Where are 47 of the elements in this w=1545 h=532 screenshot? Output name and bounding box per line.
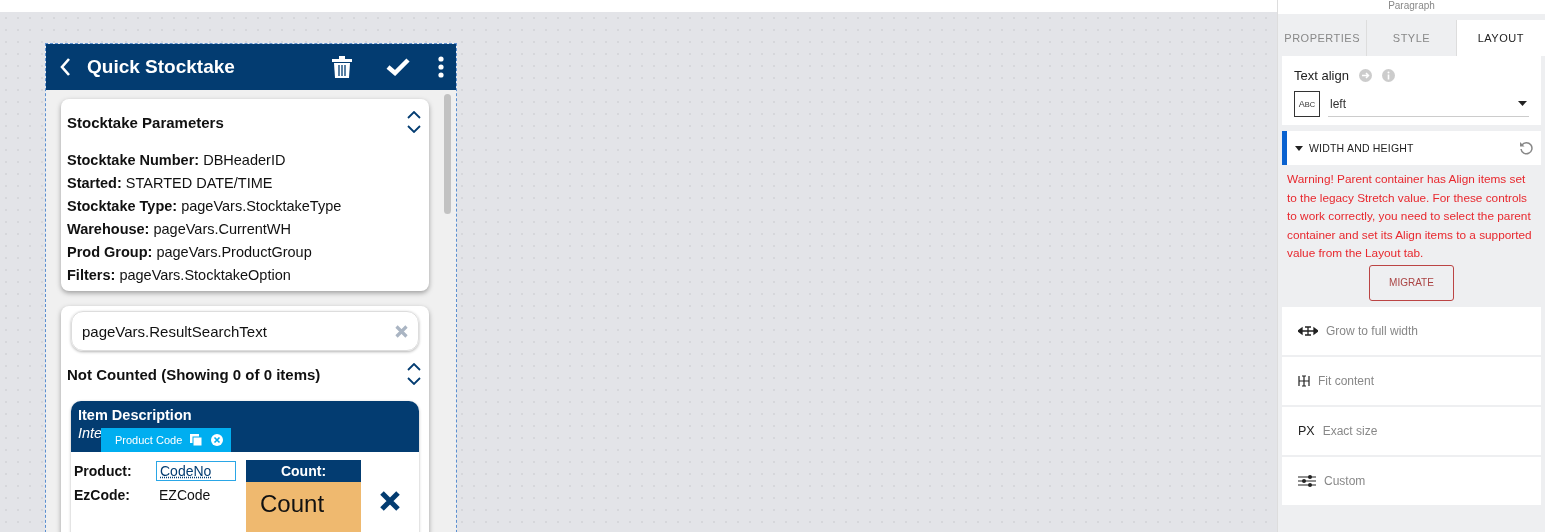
back-icon[interactable] — [60, 58, 71, 76]
collapse-icon[interactable] — [407, 111, 421, 119]
card-title: Stocktake Parameters — [67, 113, 224, 131]
collapse-icon[interactable] — [407, 363, 421, 371]
px-icon: PX — [1298, 423, 1315, 438]
size-option[interactable]: PX Exact size — [1282, 406, 1541, 455]
section-title: WIDTH AND HEIGHT — [1309, 142, 1415, 154]
parameter-text: Stocktake Number: DBHeaderID — [67, 152, 287, 168]
page-title: Quick Stocktake — [87, 56, 236, 78]
count-header: Count: — [246, 460, 361, 482]
reset-icon[interactable] — [1519, 141, 1533, 155]
size-option[interactable]: Fit content — [1282, 356, 1541, 405]
close-icon[interactable] — [379, 490, 401, 512]
panel-tab[interactable]: LAYOUT — [1456, 20, 1545, 56]
field-label: EzCode: — [74, 487, 131, 503]
section-header[interactable]: WIDTH AND HEIGHT — [1282, 131, 1541, 165]
field-value[interactable]: CodeNo — [156, 461, 236, 481]
horizontal-expand-icon — [1298, 325, 1318, 336]
parameter-text: Warehouse: pageVars.CurrentWH — [67, 221, 292, 237]
setting-label: Text align — [1294, 68, 1349, 83]
fit-width-icon — [1298, 374, 1310, 387]
parameter-text: Started: STARTED DATE/TIME — [67, 175, 274, 191]
expand-icon[interactable] — [407, 377, 421, 385]
item-title: Item Description — [78, 407, 193, 423]
trash-icon[interactable] — [332, 56, 352, 78]
more-icon[interactable] — [438, 56, 444, 78]
count-field[interactable]: Count — [246, 482, 361, 532]
size-option[interactable]: Custom — [1282, 456, 1541, 505]
checkmark-icon[interactable] — [386, 58, 410, 76]
section-title: Not Counted (Showing 0 of 0 items) — [67, 365, 321, 383]
search-field[interactable]: pageVars.ResultSearchText — [71, 311, 419, 351]
component-name: Paragraph — [1278, 0, 1545, 14]
expand-icon[interactable] — [407, 125, 421, 133]
parameter-text: Filters: pageVars.StocktakeOption — [67, 267, 292, 283]
item-subtitle: Inte — [78, 425, 103, 441]
warning-message: Warning! Parent container has Align items set to the legacy Stretch value. For these controls to work correctly, you need to select the parent container and set its Align items to a supported value from the Layout tab. — [1286, 171, 1533, 262]
caret-icon — [1518, 101, 1527, 106]
align-dropdown[interactable]: left — [1328, 91, 1529, 117]
badge-label: Product Code — [115, 434, 183, 446]
parameter-text: Stocktake Type: pageVars.StocktakeType — [67, 198, 343, 214]
caret-icon[interactable] — [1295, 145, 1303, 151]
size-option[interactable]: Grow to full width — [1282, 306, 1541, 355]
migrate-button[interactable]: MIGRATE — [1369, 264, 1454, 301]
sliders-icon — [1298, 473, 1316, 488]
field-value[interactable]: EZCode — [156, 486, 214, 504]
parameter-text: Prod Group: pageVars.ProductGroup — [67, 244, 313, 260]
field-label: Product: — [74, 463, 133, 479]
